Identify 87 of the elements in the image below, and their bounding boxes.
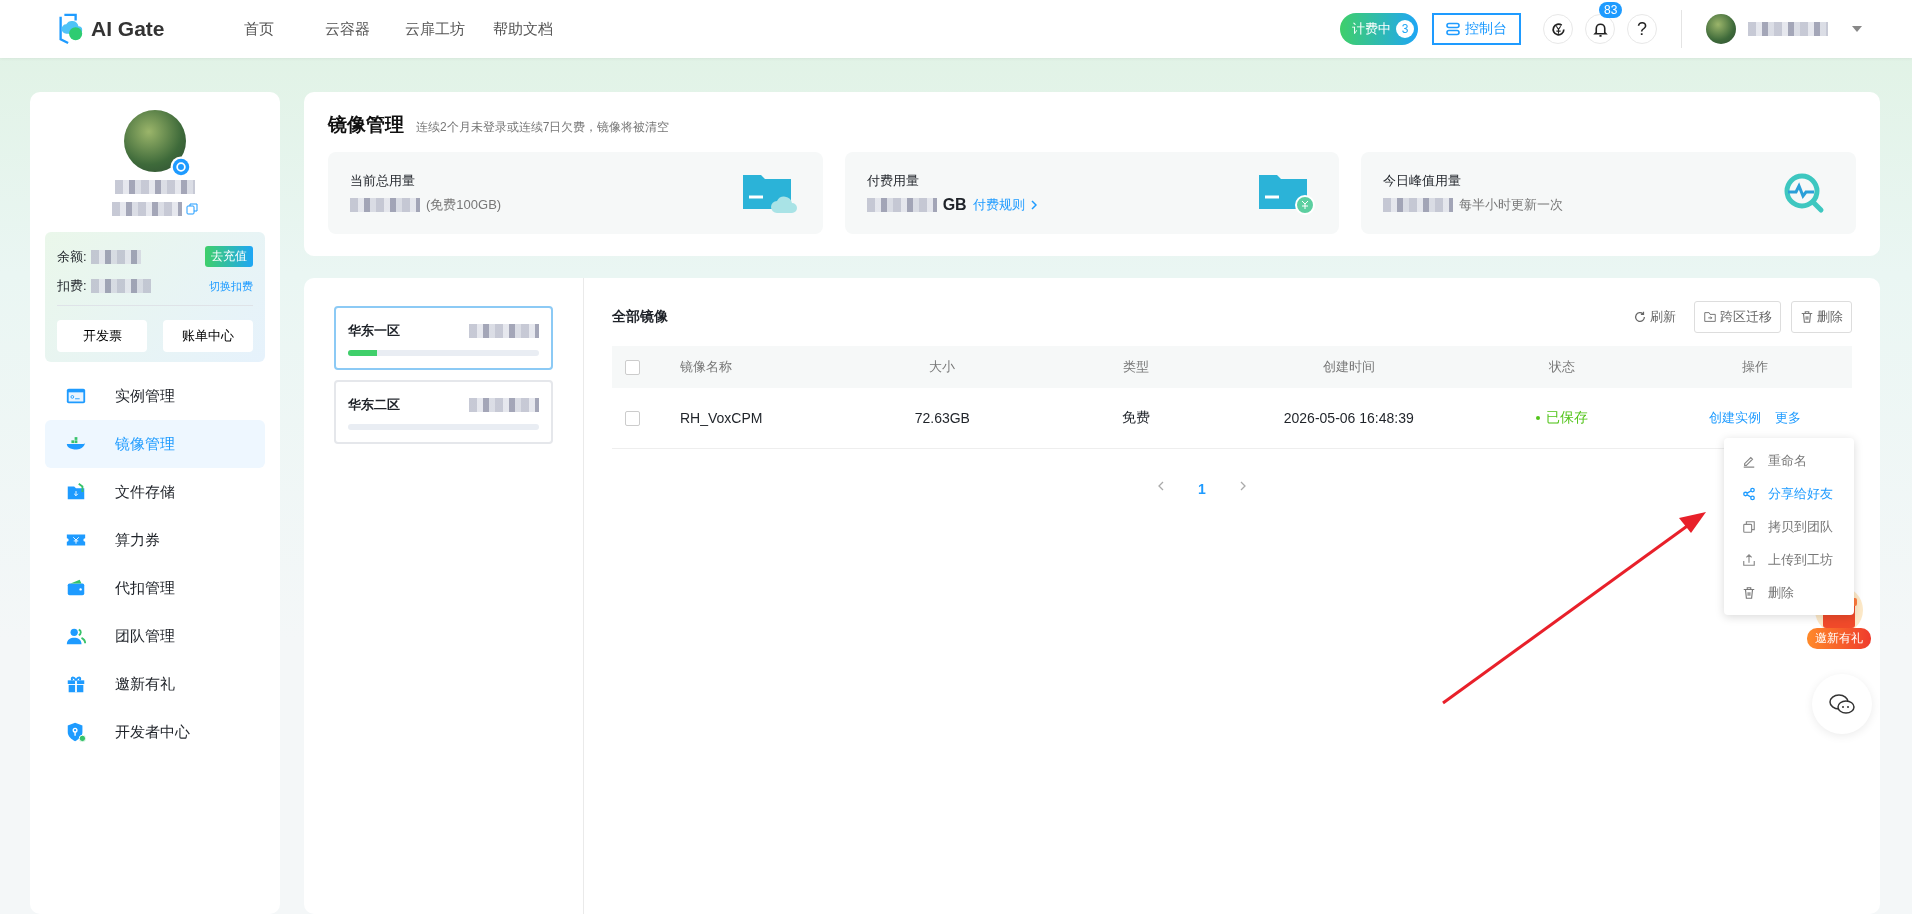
copy-icon[interactable] xyxy=(186,203,198,215)
bell-icon xyxy=(1591,20,1609,38)
share-icon xyxy=(1742,486,1756,501)
menu-item[interactable]: 拷贝到团队 xyxy=(1724,510,1854,543)
account-button[interactable]: 开发票 xyxy=(57,320,147,352)
console-icon xyxy=(1446,22,1460,36)
caret-icon[interactable] xyxy=(1852,26,1862,32)
shield-key-icon xyxy=(65,721,87,743)
sidebar-item[interactable]: 开发者中心 xyxy=(45,708,265,756)
copy-icon xyxy=(1742,519,1756,534)
stat-label: 当前总用量 xyxy=(350,172,416,190)
toolbar-button[interactable]: 删除 xyxy=(1791,301,1852,333)
next-page-button[interactable] xyxy=(1239,481,1246,491)
sidebar-item-label: 文件存储 xyxy=(115,482,175,502)
previous-page-button[interactable] xyxy=(1158,481,1165,491)
balance-label: 余额: xyxy=(57,247,87,266)
settings-icon[interactable] xyxy=(170,156,192,178)
table-title: 全部镜像 xyxy=(612,308,668,326)
menu-item[interactable]: 上传到工坊 xyxy=(1724,543,1854,576)
nav-link[interactable]: 云扉工坊 xyxy=(391,19,479,39)
page-subtitle: 连续2个月未登录或连续7日欠费，镜像将被清空 xyxy=(416,119,670,136)
region-name: 华东二区 xyxy=(348,396,400,414)
brand-name: AI Gate xyxy=(91,17,165,41)
blurred-user-id xyxy=(112,202,182,216)
blurred-usage xyxy=(469,324,539,338)
menu-item[interactable]: 重命名 xyxy=(1724,444,1854,477)
sidebar-item-label: 实例管理 xyxy=(115,386,175,406)
sidebar-item[interactable]: 代扣管理 xyxy=(45,564,265,612)
sidebar-item[interactable]: 实例管理 xyxy=(45,372,265,420)
column-header: 镜像名称 xyxy=(680,359,732,374)
blurred-deduct-value xyxy=(90,279,151,293)
region-card[interactable]: 华东一区 xyxy=(334,306,553,370)
refresh-icon xyxy=(1633,310,1647,324)
sidebar-item-label: 邀新有礼 xyxy=(115,674,175,694)
folder-arrow-icon xyxy=(1703,310,1717,324)
account-button[interactable]: 账单中心 xyxy=(163,320,253,352)
toolbar-button[interactable]: 刷新 xyxy=(1625,301,1684,333)
nav-link[interactable]: 帮助文档 xyxy=(479,19,567,39)
column-header: 操作 xyxy=(1742,358,1769,376)
column-header: 类型 xyxy=(1122,359,1149,374)
notification-count: 83 xyxy=(1599,2,1623,18)
trash-icon xyxy=(1800,310,1814,324)
sidebar-item-label: 算力券 xyxy=(115,530,160,550)
select-all-checkbox[interactable] xyxy=(624,359,640,375)
stat-label: 付费用量 xyxy=(866,172,920,190)
sidebar-item-label: 团队管理 xyxy=(115,626,175,646)
status-text: 已保存 xyxy=(1545,409,1588,427)
column-header: 状态 xyxy=(1548,358,1575,376)
chevron-right-icon xyxy=(1030,200,1037,210)
nav-link[interactable]: 首页 xyxy=(215,19,303,39)
stat-note: (免费100GB) xyxy=(426,196,502,214)
region-card[interactable]: 华东二区 xyxy=(334,380,553,444)
sidebar-item[interactable]: 团队管理 xyxy=(45,612,265,660)
menu-item[interactable]: 删除 xyxy=(1724,576,1854,609)
count-badge: 3 xyxy=(1396,20,1414,38)
trash-icon xyxy=(1742,585,1756,600)
blurred-value xyxy=(866,198,937,212)
sidebar-item[interactable]: 文件存储 xyxy=(45,468,265,516)
column-header: 创建时间 xyxy=(1322,359,1375,374)
sidebar-item[interactable]: 算力券 xyxy=(45,516,265,564)
sidebar-item-label: 开发者中心 xyxy=(115,722,190,742)
upload-icon xyxy=(1742,552,1756,567)
user-avatar[interactable] xyxy=(1706,14,1736,44)
sidebar-item-label: 代扣管理 xyxy=(115,578,175,598)
status-dot xyxy=(1535,416,1540,420)
blurred-usage xyxy=(469,398,539,412)
chat-icon xyxy=(1828,692,1856,716)
region-name: 华东一区 xyxy=(348,322,400,340)
page-title: 镜像管理 xyxy=(328,113,404,137)
yuan-cycle-icon xyxy=(1549,20,1567,38)
nav-link[interactable]: 云容器 xyxy=(303,19,391,39)
table-cell: 免费 xyxy=(1121,409,1150,425)
blurred-value xyxy=(350,198,420,212)
row-checkbox[interactable] xyxy=(624,410,640,426)
sidebar-item[interactable]: 邀新有礼 xyxy=(45,660,265,708)
column-header: 大小 xyxy=(929,359,956,374)
table-cell: 72.63GB xyxy=(914,410,970,426)
stat-label: 今日峰值用量 xyxy=(1383,172,1463,190)
sidebar-item-label: 镜像管理 xyxy=(115,434,175,454)
blurred-value xyxy=(1383,198,1454,212)
blurred-balance xyxy=(90,249,141,264)
table-cell: RH_VoxCPM xyxy=(680,410,763,426)
stat-note: 每半小时更新一次 xyxy=(1459,196,1564,214)
deduct-label: 扣费: xyxy=(57,277,87,295)
toolbar-button[interactable]: 跨区迁移 xyxy=(1694,301,1781,333)
stat-unit: GB xyxy=(942,196,967,214)
table-cell: 2026-05-06 16:48:39 xyxy=(1283,410,1414,426)
